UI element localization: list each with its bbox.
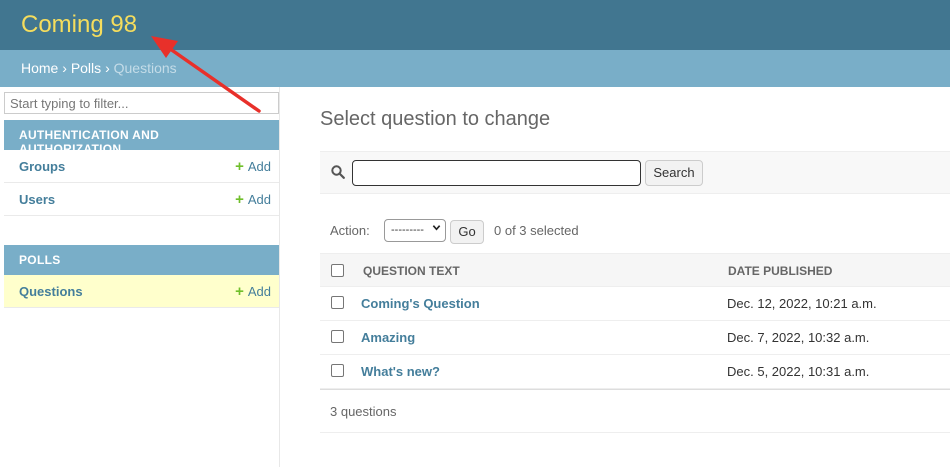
table-row: Coming's Question Dec. 12, 2022, 10:21 a… bbox=[320, 287, 950, 321]
search-button[interactable]: Search bbox=[645, 160, 703, 186]
breadcrumb-polls[interactable]: Polls bbox=[71, 60, 101, 76]
date-published: Dec. 5, 2022, 10:31 a.m. bbox=[727, 364, 870, 379]
nav-sidebar: AUTHENTICATION AND AUTHORIZATION Groups … bbox=[3, 87, 280, 467]
breadcrumb-home[interactable]: Home bbox=[21, 60, 58, 76]
sidebar-item-groups: Groups + Add bbox=[4, 150, 279, 183]
add-label: Add bbox=[247, 159, 271, 174]
action-label: Action: bbox=[330, 223, 370, 238]
module-caption-polls[interactable]: POLLS bbox=[4, 245, 279, 275]
action-select[interactable]: --------- bbox=[384, 219, 446, 242]
sidebar-item-label[interactable]: Groups bbox=[19, 159, 65, 174]
question-link[interactable]: Coming's Question bbox=[361, 296, 480, 311]
page-title: Select question to change bbox=[320, 108, 551, 130]
go-button[interactable]: Go bbox=[450, 220, 484, 244]
row-checkbox[interactable] bbox=[331, 296, 344, 309]
date-published: Dec. 7, 2022, 10:32 a.m. bbox=[727, 330, 870, 345]
module-caption-auth[interactable]: AUTHENTICATION AND AUTHORIZATION bbox=[4, 120, 279, 156]
action-select-value: --------- bbox=[391, 224, 424, 236]
breadcrumb: Home › Polls › Questions bbox=[0, 50, 950, 87]
table-row: Amazing Dec. 7, 2022, 10:32 a.m. bbox=[320, 321, 950, 355]
table-row: What's new? Dec. 5, 2022, 10:31 a.m. bbox=[320, 355, 950, 389]
actions-bar: Action: --------- Go 0 of 3 selected bbox=[320, 217, 950, 247]
question-link[interactable]: What's new? bbox=[361, 364, 440, 379]
plus-icon: + bbox=[235, 283, 244, 300]
sidebar-item-questions: Questions + Add bbox=[4, 275, 279, 308]
date-published: Dec. 12, 2022, 10:21 a.m. bbox=[727, 296, 877, 311]
add-label: Add bbox=[247, 192, 271, 207]
sidebar-item-label[interactable]: Users bbox=[19, 192, 55, 207]
breadcrumb-separator: › bbox=[62, 60, 67, 76]
add-group-link[interactable]: + Add bbox=[235, 159, 271, 174]
breadcrumb-current: Questions bbox=[113, 60, 177, 76]
nav-filter-input[interactable] bbox=[4, 92, 279, 114]
header: Coming 98 bbox=[0, 0, 950, 50]
plus-icon: + bbox=[235, 158, 244, 175]
breadcrumb-separator: › bbox=[105, 60, 110, 76]
table-header: QUESTION TEXT DATE PUBLISHED bbox=[320, 253, 950, 287]
row-checkbox[interactable] bbox=[331, 330, 344, 343]
selected-count: 0 of 3 selected bbox=[494, 223, 579, 238]
question-link[interactable]: Amazing bbox=[361, 330, 415, 345]
column-header-question-text[interactable]: QUESTION TEXT bbox=[363, 264, 460, 278]
plus-icon: + bbox=[235, 191, 244, 208]
paginator: 3 questions bbox=[320, 389, 950, 433]
site-name[interactable]: Coming 98 bbox=[21, 11, 137, 39]
add-label: Add bbox=[247, 284, 271, 299]
chevron-down-icon bbox=[432, 223, 441, 235]
sidebar-item-users: Users + Add bbox=[4, 183, 279, 216]
search-input[interactable] bbox=[352, 160, 641, 186]
search-icon bbox=[331, 165, 345, 182]
add-user-link[interactable]: + Add bbox=[235, 192, 271, 207]
search-toolbar: Search bbox=[320, 151, 950, 194]
add-question-link[interactable]: + Add bbox=[235, 284, 271, 299]
select-all-checkbox[interactable] bbox=[331, 264, 344, 277]
column-header-date-published[interactable]: DATE PUBLISHED bbox=[728, 264, 832, 278]
sidebar-item-label[interactable]: Questions bbox=[19, 284, 83, 299]
row-checkbox[interactable] bbox=[331, 364, 344, 377]
